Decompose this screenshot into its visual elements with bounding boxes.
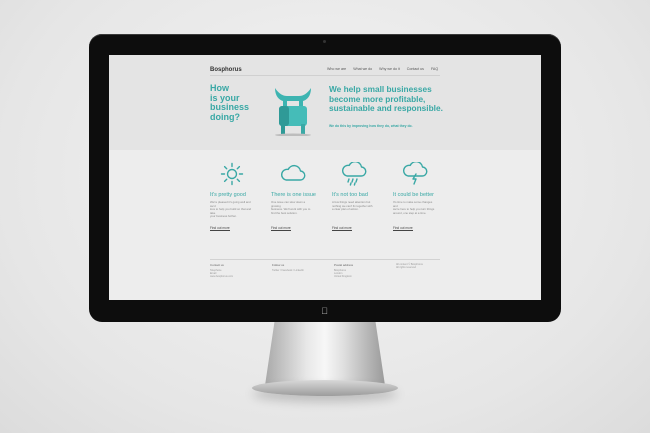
feature-text: It's time to make some changes and we're…: [393, 200, 436, 216]
hero-section: [109, 55, 541, 150]
feature-title: There is one issue: [271, 192, 316, 198]
feature-text: We're pleased it's going well and we'd l…: [210, 200, 253, 219]
find-out-more-link[interactable]: Find out more: [210, 226, 230, 231]
website-screen: Bosphorus Who we are What we do Why we d…: [109, 55, 541, 300]
site-logo[interactable]: Bosphorus: [210, 67, 242, 73]
feature-title: It's pretty good: [210, 192, 246, 198]
storm-cloud-icon: [402, 162, 427, 185]
bull-mascot-icon: [275, 88, 311, 136]
footer-heading: Follow us: [272, 263, 285, 267]
footer-column: All content © Bosphorus All rights reser…: [396, 263, 439, 279]
footer-divider: [210, 259, 440, 260]
headline-line: sustainable and responsible.: [329, 103, 443, 113]
footer-heading: Postal address: [334, 263, 354, 267]
footer-line[interactable]: www.bosphorus.com: [210, 275, 253, 278]
footer-column: Contact us Telephone Email www.bosphorus…: [210, 263, 253, 279]
feature-card: There is one issue One issue can slow do…: [271, 162, 316, 234]
footer-line: All rights reserved: [396, 266, 417, 270]
site-footer: Contact us Telephone Email www.bosphorus…: [210, 263, 439, 279]
find-out-more-link[interactable]: Find out more: [393, 226, 413, 231]
footer-heading: Contact us: [210, 263, 224, 267]
feature-text-line: your business further.: [210, 214, 237, 219]
hero-headline: We help small businesses become more pro…: [329, 84, 454, 114]
feature-text-line: find the best solution.: [271, 210, 298, 215]
webcam: [323, 40, 326, 43]
apple-logo-icon: : [320, 306, 329, 316]
footer-column: Follow us Twitter / Facebook / LinkedIn: [272, 263, 315, 279]
nav-who-we-are[interactable]: Who we are: [327, 67, 346, 71]
footer-social-links[interactable]: Twitter / Facebook / LinkedIn: [272, 269, 315, 272]
hero-line: doing?: [210, 111, 240, 122]
cloud-icon: [280, 164, 305, 181]
footer-line: United Kingdom: [334, 275, 352, 279]
feature-title: It's not too bad: [332, 192, 368, 198]
hero-question: How is your business doing?: [210, 83, 260, 122]
features-row: It's pretty good We're pleased it's goin…: [210, 162, 436, 234]
rain-cloud-icon: [341, 162, 366, 186]
find-out-more-link[interactable]: Find out more: [332, 226, 352, 231]
monitor-stand-base: [252, 380, 398, 396]
feature-card: It's pretty good We're pleased it's goin…: [210, 162, 253, 234]
feature-card: It could be better It's time to make som…: [393, 162, 436, 234]
sun-icon: [220, 162, 243, 186]
nav-divider: [210, 75, 440, 76]
monitor-bezel:  Bosphorus Who we are What we do Why we…: [89, 34, 561, 322]
main-nav: Who we are What we do Why we do it Conta…: [327, 67, 438, 71]
nav-what-we-do[interactable]: What we do: [353, 67, 372, 71]
feature-card: It's not too bad A few things need atten…: [332, 162, 375, 234]
nav-why-we-do-it[interactable]: Why we do it: [379, 67, 400, 71]
find-out-more-link[interactable]: Find out more: [271, 226, 291, 231]
hero-subline: We do this by improving how they do, wha…: [329, 124, 413, 128]
nav-faq[interactable]: FAQ: [431, 67, 438, 71]
feature-text: One issue can slow down a growing busine…: [271, 200, 314, 216]
feature-text-line: a clear plan of action.: [332, 207, 359, 212]
feature-text: A few things need attention but nothing …: [332, 200, 375, 216]
feature-text-line: around, one step at a time.: [393, 210, 427, 215]
nav-contact-us[interactable]: Contact us: [407, 67, 424, 71]
footer-column: Postal address Bosphorus London United K…: [334, 263, 377, 279]
feature-title: It could be better: [393, 192, 434, 198]
